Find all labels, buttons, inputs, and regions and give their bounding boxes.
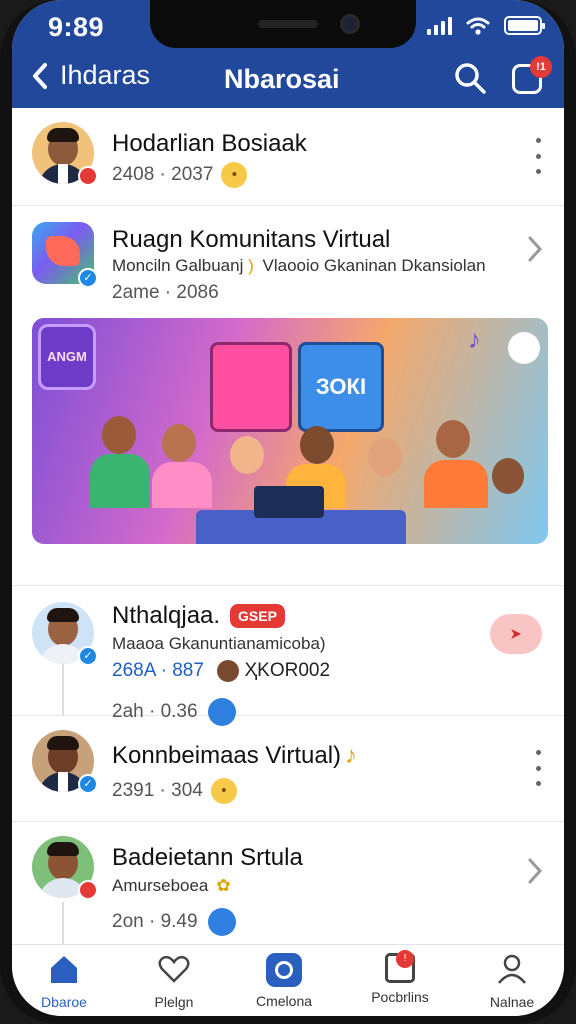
verified-badge: ✓ xyxy=(78,774,98,794)
banner-sign-text: ANGM xyxy=(47,349,87,364)
app-screen: 9:89 Ihdaras Nbarosai !1 Hodarlian Bosia… xyxy=(12,0,564,1016)
banner-sign: ANGM xyxy=(38,324,96,390)
status-icons xyxy=(427,16,545,35)
music-note-icon: ♪ xyxy=(468,324,481,354)
item-subtitle: Maaoa Gkanuntianamicoba) xyxy=(112,634,326,653)
item-meta-text: 2on · 9.49 xyxy=(112,911,198,933)
item-meta-extra: ҲKOR002 xyxy=(244,660,331,682)
status-badge xyxy=(78,880,98,900)
item-meta-text: 268A · 887 xyxy=(112,660,204,682)
back-label: Ihdaras xyxy=(60,60,151,90)
item-meta: 2ame · 2086 xyxy=(112,282,219,303)
item-title: Konnbeimaas Virtual) ♪ xyxy=(112,742,357,770)
bottom-nav: Dbaroe Plelgn Cmelona ! Pocbrlins Nalnae xyxy=(12,944,564,1016)
emoji-icon: • xyxy=(221,162,248,188)
status-time: 9:89 xyxy=(48,12,105,42)
verified-badge: ✓ xyxy=(78,268,98,288)
list-item[interactable]: ✓ Konnbeimaas Virtual) ♪ 2391 · 304 • xyxy=(12,716,564,822)
camera-notch xyxy=(150,0,416,48)
heart-chat-icon xyxy=(158,955,190,983)
chevron-left-icon xyxy=(33,62,47,89)
item-title-text: Konnbeimaas Virtual) xyxy=(112,742,342,769)
community-banner-image[interactable]: ANGM ЗОКІ ♪ xyxy=(32,318,548,544)
banner-laptop xyxy=(254,486,324,518)
chevron-right-icon[interactable] xyxy=(524,234,546,264)
tab-plelgn[interactable]: Plelgn xyxy=(124,953,224,1010)
emoji-icon: • xyxy=(210,778,237,804)
item-meta: 2on · 9.49 xyxy=(112,908,236,936)
tab-home[interactable]: Dbaroe xyxy=(14,953,114,1010)
item-meta: 268A · 887 ҲKOR002 xyxy=(112,660,330,682)
banner-screen-text: ЗОКІ xyxy=(315,374,367,399)
tab-label: Dbaroe xyxy=(41,994,87,1010)
tab-pocbrlins[interactable]: ! Pocbrlins xyxy=(350,950,450,1005)
item-meta-text: 2408 · 2037 xyxy=(112,164,214,186)
list-item[interactable]: ✓ Nthalqjaa. GSEP Maaoa Gkanuntianamicob… xyxy=(12,586,564,726)
search-icon[interactable] xyxy=(452,60,488,96)
back-button[interactable]: Ihdaras xyxy=(30,60,150,91)
item-meta-text: 2391 · 304 xyxy=(112,780,203,802)
wifi-icon xyxy=(466,17,490,35)
reply-button[interactable] xyxy=(490,614,542,654)
item-title: Nthalqjaa. xyxy=(112,602,221,629)
party-icon: ✿ xyxy=(216,876,231,895)
more-options-icon[interactable] xyxy=(534,138,542,174)
live-badge: GSEP xyxy=(230,604,285,628)
music-note-icon: ♪ xyxy=(345,742,358,769)
verified-badge: ✓ xyxy=(78,646,98,666)
thread-line xyxy=(62,902,64,944)
item-meta: 2408 · 2037 • xyxy=(112,162,248,188)
item-title: Badeietann Srtula xyxy=(112,844,303,871)
tab-label: Pocbrlins xyxy=(371,989,429,1005)
item-meta: 2391 · 304 • xyxy=(112,778,237,804)
calendar-icon: ! xyxy=(385,950,415,983)
item-title: Hodarlian Bosiaak xyxy=(112,130,307,157)
nav-row: Ihdaras Nbarosai !1 xyxy=(12,56,564,104)
reaction-icon xyxy=(207,908,236,936)
item-subtitle-left: Monciln Galbuanj xyxy=(112,256,244,275)
mini-avatar xyxy=(217,660,240,682)
send-icon xyxy=(511,629,521,639)
tab-camera[interactable]: Cmelona xyxy=(234,953,334,1009)
more-options-icon[interactable] xyxy=(534,750,542,786)
front-camera xyxy=(340,14,360,34)
tab-label: Plelgn xyxy=(154,994,194,1010)
signal-icon xyxy=(427,16,452,35)
list-item[interactable]: Badeietann Srtula Amurseboea ✿ 2on · 9.49 xyxy=(12,822,564,944)
tab-badge: ! xyxy=(396,950,414,968)
page-title: Nbarosai xyxy=(224,64,340,94)
speaker-grille xyxy=(258,20,318,28)
item-subtitle-right: Vlaooio Gkaninan Dkansiolan xyxy=(262,256,486,275)
list-item[interactable]: Hodarlian Bosiaak 2408 · 2037 • xyxy=(12,108,564,206)
tab-profile[interactable]: Nalnae xyxy=(462,953,562,1010)
home-icon xyxy=(51,956,77,983)
profile-icon xyxy=(498,954,526,984)
tab-label: Nalnae xyxy=(489,994,535,1010)
item-subtitle: Amurseboea ✿ xyxy=(112,876,231,896)
item-subtitle-text: Amurseboea xyxy=(112,876,209,895)
battery-icon xyxy=(504,16,545,35)
feed-list: Hodarlian Bosiaak 2408 · 2037 • ✓ Ruagn K… xyxy=(12,108,564,944)
app-header: 9:89 Ihdaras Nbarosai !1 xyxy=(12,0,564,108)
camera-icon xyxy=(266,953,302,987)
list-item[interactable]: ✓ Ruagn Komunitans Virtual Monciln Galbu… xyxy=(12,206,564,586)
item-title: Ruagn Komunitans Virtual xyxy=(112,226,391,253)
chevron-right-icon[interactable] xyxy=(524,856,546,886)
status-badge xyxy=(78,166,98,186)
item-subtitle: Monciln Galbuanj ) Vlaooio Gkaninan Dkan… xyxy=(112,256,486,275)
play-icon xyxy=(508,332,540,364)
notification-badge: !1 xyxy=(530,56,552,78)
thread-line xyxy=(62,664,64,716)
notifications-button[interactable]: !1 xyxy=(512,56,552,96)
phone-frame: 9:89 Ihdaras Nbarosai !1 Hodarlian Bosia… xyxy=(0,0,576,1024)
tab-label: Cmelona xyxy=(255,993,313,1009)
